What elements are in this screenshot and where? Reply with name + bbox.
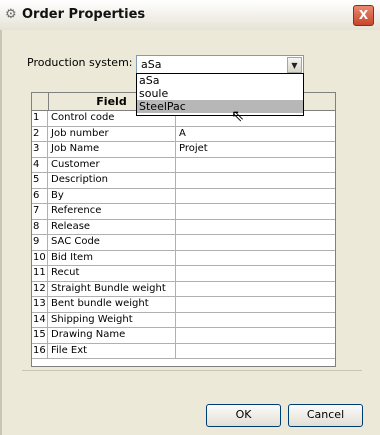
row-number: 14 <box>32 312 48 327</box>
field-value-cell[interactable] <box>176 173 335 188</box>
fields-table: Field 1 Control code 2 Job number A 3 Job Name… <box>31 92 336 367</box>
row-number: 5 <box>32 173 48 188</box>
divider <box>22 370 362 371</box>
row-number: 8 <box>32 219 48 234</box>
dropdown-option[interactable]: soule <box>137 87 303 100</box>
field-value-cell[interactable] <box>176 251 335 266</box>
field-name-cell: Recut <box>48 266 176 281</box>
field-name-cell: Straight Bundle weight <box>48 281 176 296</box>
dropdown-option[interactable]: aSa <box>137 74 303 87</box>
field-value-cell[interactable]: A <box>176 127 335 142</box>
field-name-cell: By <box>48 188 176 203</box>
field-name-cell: SAC Code <box>48 235 176 250</box>
row-number: 1 <box>32 111 48 126</box>
row-number: 4 <box>32 157 48 172</box>
order-properties-window: ⚙ Order Properties X Production system: … <box>0 0 380 435</box>
close-button[interactable]: X <box>353 5 374 26</box>
row-number: 12 <box>32 281 48 296</box>
production-system-select[interactable]: aSa ▼ <box>136 55 304 75</box>
field-name-cell: Shipping Weight <box>48 312 176 327</box>
table-row[interactable]: 12 Straight Bundle weight <box>32 281 335 297</box>
field-value-cell[interactable] <box>176 344 335 359</box>
mouse-pointer-icon: ⇖ <box>231 106 245 125</box>
field-value-cell[interactable] <box>176 189 335 204</box>
field-value-cell[interactable] <box>176 158 335 173</box>
dropdown-option-selected[interactable]: SteelPac <box>137 100 303 113</box>
window-title: Order Properties <box>22 7 146 22</box>
table-row[interactable]: 4 Customer <box>32 157 335 173</box>
table-row[interactable]: 10 Bid Item <box>32 250 335 266</box>
chevron-down-icon[interactable]: ▼ <box>287 57 302 73</box>
field-name-cell: File Ext <box>48 343 176 358</box>
field-value-cell[interactable] <box>176 235 335 250</box>
table-row[interactable]: 13 Bent bundle weight <box>32 297 335 313</box>
row-number: 6 <box>32 188 48 203</box>
row-number-header <box>32 93 49 110</box>
row-number: 10 <box>32 250 48 265</box>
title-bar: ⚙ Order Properties X <box>0 0 380 31</box>
row-number: 16 <box>32 343 48 358</box>
table-row[interactable]: 15 Drawing Name <box>32 328 335 344</box>
field-name-cell: Customer <box>48 157 176 172</box>
table-row[interactable]: 16 File Ext <box>32 343 335 359</box>
table-row[interactable]: 8 Release <box>32 219 335 235</box>
field-value-cell[interactable] <box>176 328 335 343</box>
table-row[interactable]: 6 By <box>32 188 335 204</box>
field-name-cell: Job number <box>48 126 176 141</box>
row-number: 2 <box>32 126 48 141</box>
table-row[interactable]: 11 Recut <box>32 266 335 282</box>
production-system-value: aSa <box>141 58 162 71</box>
row-number: 7 <box>32 204 48 219</box>
production-system-dropdown: aSa soule SteelPac <box>136 73 304 116</box>
field-value-cell[interactable] <box>176 282 335 297</box>
table-row[interactable]: 7 Reference <box>32 204 335 220</box>
row-number: 9 <box>32 235 48 250</box>
table-row[interactable]: 5 Description <box>32 173 335 189</box>
field-name-cell: Reference <box>48 204 176 219</box>
field-value-cell[interactable] <box>176 313 335 328</box>
field-value-cell[interactable]: Projet <box>176 142 335 157</box>
field-name-cell: Release <box>48 219 176 234</box>
field-value-cell[interactable] <box>176 204 335 219</box>
row-number: 3 <box>32 142 48 157</box>
gear-icon: ⚙ <box>5 7 17 22</box>
field-value-cell[interactable] <box>176 297 335 312</box>
row-number: 11 <box>32 266 48 281</box>
field-name-cell: Job Name <box>48 142 176 157</box>
field-value-cell[interactable] <box>176 266 335 281</box>
field-name-cell: Drawing Name <box>48 328 176 343</box>
cancel-button[interactable]: Cancel <box>288 404 363 427</box>
field-name-cell: Description <box>48 173 176 188</box>
production-system-label: Production system: <box>27 56 133 69</box>
field-name-cell: Bent bundle weight <box>48 297 176 312</box>
ok-button[interactable]: OK <box>206 404 281 427</box>
row-number: 13 <box>32 297 48 312</box>
table-row[interactable]: 2 Job number A <box>32 126 335 142</box>
table-row[interactable]: 14 Shipping Weight <box>32 312 335 328</box>
table-row[interactable]: 3 Job Name Projet <box>32 142 335 158</box>
field-name-cell: Bid Item <box>48 250 176 265</box>
row-number: 15 <box>32 328 48 343</box>
field-value-cell[interactable] <box>176 220 335 235</box>
table-row[interactable]: 9 SAC Code <box>32 235 335 251</box>
